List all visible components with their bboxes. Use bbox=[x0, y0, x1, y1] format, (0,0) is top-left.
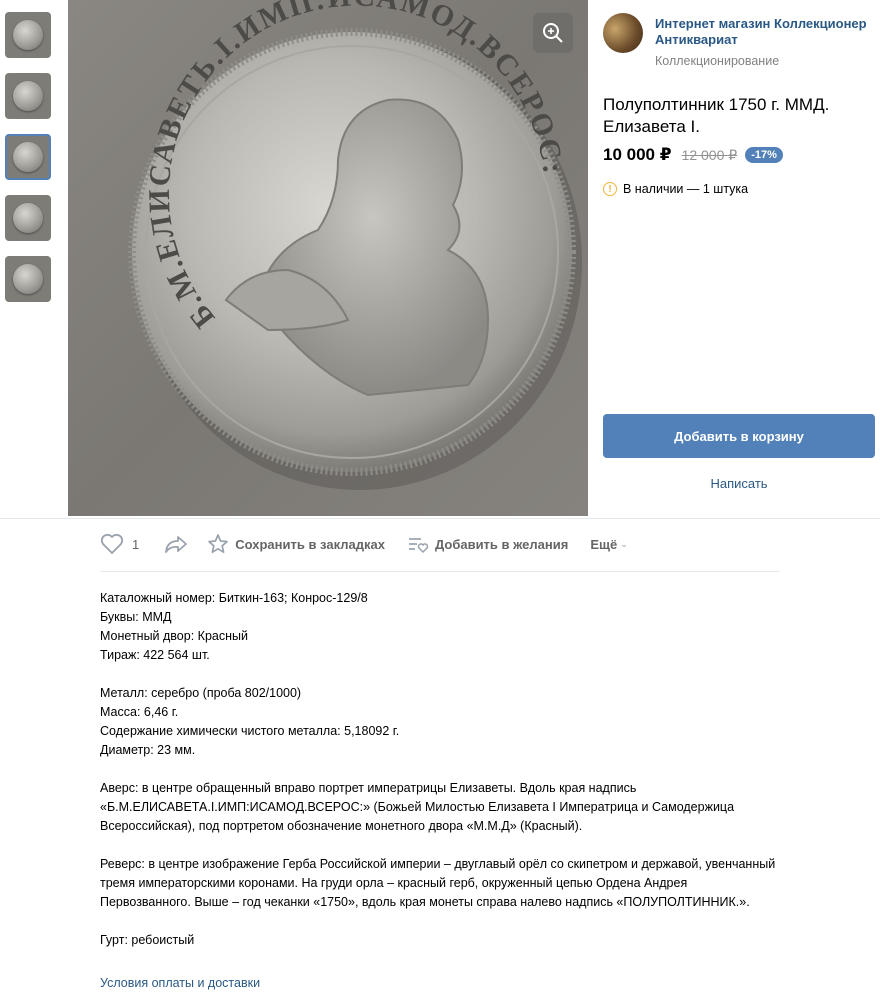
product-description: Каталожный номер: Биткин-163; Конрос-129… bbox=[100, 589, 780, 950]
store-name[interactable]: Интернет магазин Коллекционер Антиквариа… bbox=[655, 16, 880, 48]
chevron-down-icon: ⌄ bbox=[620, 538, 628, 549]
price-row: 10 000 ₽ 12 000 ₽ -17% bbox=[603, 145, 783, 165]
desc-line: Диаметр: 23 мм. bbox=[100, 743, 196, 757]
desc-line: Буквы: ММД bbox=[100, 610, 172, 624]
thumbnail-3[interactable] bbox=[5, 134, 51, 180]
desc-line: Монетный двор: Красный bbox=[100, 629, 248, 643]
divider bbox=[0, 518, 880, 519]
add-wishlist-label: Добавить в желания bbox=[434, 536, 569, 552]
heart-icon bbox=[100, 533, 124, 554]
write-button[interactable]: Написать bbox=[603, 470, 875, 496]
desc-revers: Реверс: в центре изображение Герба Росси… bbox=[100, 857, 776, 909]
thumbnail-4[interactable] bbox=[5, 195, 51, 241]
desc-line: Тираж: 422 564 шт. bbox=[100, 648, 210, 662]
thumbnail-1[interactable] bbox=[5, 12, 51, 58]
zoom-icon bbox=[543, 23, 563, 43]
thumbnail-2[interactable] bbox=[5, 73, 51, 119]
like-count: 1 bbox=[132, 536, 140, 552]
stock-text: В наличии — 1 штука bbox=[623, 182, 749, 196]
stock-status: ! В наличии — 1 штука bbox=[603, 182, 748, 196]
action-bar: 1 Сохранить в закладках Добавить в желан… bbox=[100, 531, 646, 557]
desc-line: Каталожный номер: Биткин-163; Конрос-129… bbox=[100, 591, 368, 605]
product-title: Полуполтинник 1750 г. ММД. Елизавета I. bbox=[603, 95, 830, 136]
desc-line: Содержание химически чистого металла: 5,… bbox=[100, 724, 400, 738]
add-to-cart-button[interactable]: Добавить в корзину bbox=[603, 414, 875, 458]
save-bookmark-button[interactable]: Сохранить в закладках bbox=[207, 533, 385, 555]
old-price: 12 000 ₽ bbox=[681, 146, 738, 163]
desc-gurt: Гурт: ребоистый bbox=[100, 933, 195, 947]
coin-image: Б.М.ЕЛИСАВЕТЬ.I.ИМП:ИСАМОД.ВСЕРОС: bbox=[128, 0, 582, 490]
add-wishlist-button[interactable]: Добавить в желания bbox=[407, 533, 568, 555]
like-button[interactable]: 1 bbox=[100, 533, 139, 555]
desc-line: Масса: 6,46 г. bbox=[100, 705, 179, 719]
store-category[interactable]: Коллекционирование bbox=[655, 54, 779, 68]
zoom-button[interactable] bbox=[533, 13, 573, 53]
thumbnail-strip bbox=[5, 12, 51, 317]
wishlist-icon bbox=[408, 538, 429, 554]
star-icon bbox=[208, 534, 229, 554]
terms-link[interactable]: Условия оплаты и доставки bbox=[100, 976, 260, 990]
save-bookmark-label: Сохранить в закладках bbox=[235, 536, 385, 552]
warning-icon: ! bbox=[603, 182, 617, 196]
share-icon bbox=[165, 536, 188, 553]
discount-badge: -17% bbox=[745, 147, 783, 163]
product-photo[interactable]: Б.М.ЕЛИСАВЕТЬ.I.ИМП:ИСАМОД.ВСЕРОС: bbox=[68, 0, 588, 516]
current-price: 10 000 ₽ bbox=[603, 145, 672, 164]
divider bbox=[100, 571, 780, 572]
desc-avers: Аверс: в центре обращенный вправо портре… bbox=[100, 781, 735, 833]
more-button[interactable]: Ещё ⌄ bbox=[590, 537, 627, 552]
store-avatar[interactable] bbox=[603, 13, 643, 53]
share-button[interactable] bbox=[163, 533, 189, 555]
desc-line: Металл: серебро (проба 802/1000) bbox=[100, 686, 302, 700]
more-label: Ещё bbox=[590, 536, 618, 552]
thumbnail-5[interactable] bbox=[5, 256, 51, 302]
